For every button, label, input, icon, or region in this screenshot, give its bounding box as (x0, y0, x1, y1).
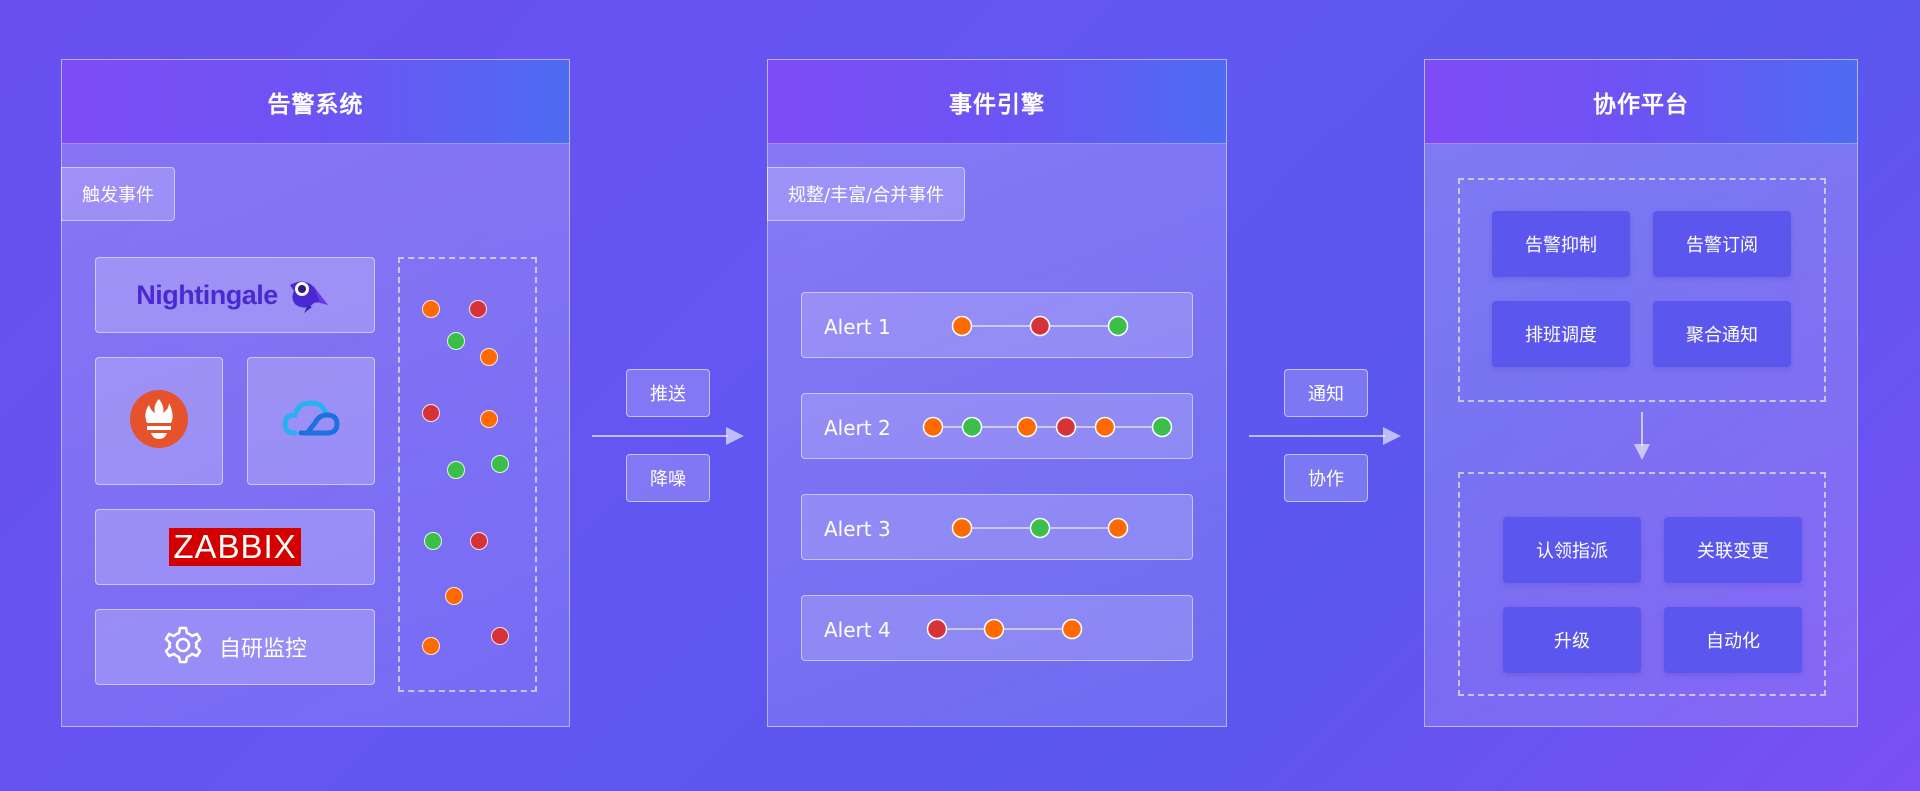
prometheus-icon (129, 389, 189, 453)
trigger-event-tag: 触发事件 (61, 167, 175, 221)
flow-arrow-left (592, 427, 744, 445)
schedule-button[interactable]: 排班调度 (1492, 301, 1630, 367)
event-dot (480, 410, 498, 428)
gear-icon (163, 625, 203, 669)
alert-timeline (922, 416, 1173, 438)
collab-platform-panel: 协作平台 告警抑制 告警订阅 排班调度 聚合通知 认领指派 关联变更 升级 自动… (1424, 59, 1858, 727)
notification-group: 告警抑制 告警订阅 排班调度 聚合通知 (1458, 178, 1826, 402)
alert-system-title: 告警系统 (62, 60, 569, 144)
event-engine-panel: 事件引擎 规整/丰富/合并事件 Alert 1 Alert 2 Alert 3 (767, 59, 1227, 727)
prometheus-card[interactable] (95, 357, 223, 485)
related-change-button[interactable]: 关联变更 (1664, 517, 1802, 583)
event-dot (422, 404, 440, 422)
event-dot (1094, 416, 1116, 438)
event-dot (422, 637, 440, 655)
alert-timeline (951, 315, 1129, 337)
event-dot (469, 300, 487, 318)
normalize-enrich-merge-tag: 规整/丰富/合并事件 (767, 167, 966, 221)
collaboration-group: 认领指派 关联变更 升级 自动化 (1458, 472, 1826, 696)
alert-row[interactable]: Alert 3 (801, 494, 1193, 560)
event-dot (422, 300, 440, 318)
event-dot (1029, 315, 1051, 337)
zabbix-card[interactable]: ZABBIX (95, 509, 375, 585)
denoise-label: 降噪 (626, 454, 710, 502)
nightingale-card[interactable]: Nightingale (95, 257, 375, 333)
event-dot (961, 416, 983, 438)
automation-button[interactable]: 自动化 (1664, 607, 1802, 673)
event-dot (926, 618, 948, 640)
alert-timeline (926, 618, 1083, 640)
alert-subscription-button[interactable]: 告警订阅 (1653, 211, 1791, 277)
self-monitor-card[interactable]: 自研监控 (95, 609, 375, 685)
event-engine-title: 事件引擎 (768, 60, 1226, 144)
event-dot (1029, 517, 1051, 539)
escalate-button[interactable]: 升级 (1503, 607, 1641, 673)
event-dot (424, 532, 442, 550)
push-label: 推送 (626, 369, 710, 417)
event-dot (491, 455, 509, 473)
event-dot (1107, 517, 1129, 539)
alert-system-panel: 告警系统 触发事件 Nightingale ZABBIX 自研监控 (61, 59, 570, 727)
cloud-icon (281, 397, 341, 445)
event-dot (983, 618, 1005, 640)
zabbix-logo: ZABBIX (169, 528, 301, 566)
raw-events-area (398, 257, 537, 692)
alert-timeline (951, 517, 1129, 539)
notify-label: 通知 (1284, 369, 1368, 417)
event-dot (1016, 416, 1038, 438)
collab-platform-title: 协作平台 (1425, 60, 1857, 144)
event-dot (1055, 416, 1077, 438)
event-dot (447, 332, 465, 350)
alert-row[interactable]: Alert 2 (801, 393, 1193, 459)
self-monitor-label: 自研监控 (218, 637, 307, 662)
event-dot (951, 517, 973, 539)
event-dot (1151, 416, 1173, 438)
claim-assign-button[interactable]: 认领指派 (1503, 517, 1641, 583)
event-dot (491, 627, 509, 645)
event-dot (951, 315, 973, 337)
event-dot (1107, 315, 1129, 337)
nightingale-logo-text: Nightingale (136, 279, 278, 310)
collab-label: 协作 (1284, 454, 1368, 502)
cloud-monitor-card[interactable] (247, 357, 375, 485)
alert-row[interactable]: Alert 1 (801, 292, 1193, 358)
event-dot (922, 416, 944, 438)
event-dot (447, 461, 465, 479)
alert-row[interactable]: Alert 4 (801, 595, 1193, 661)
aggregate-notify-button[interactable]: 聚合通知 (1653, 301, 1791, 367)
bird-icon (284, 275, 334, 315)
event-dot (480, 348, 498, 366)
down-arrow (1634, 412, 1650, 460)
event-dot (1061, 618, 1083, 640)
event-dot (445, 587, 463, 605)
event-dot (470, 532, 488, 550)
flow-arrow-right (1249, 427, 1401, 445)
alert-suppression-button[interactable]: 告警抑制 (1492, 211, 1630, 277)
